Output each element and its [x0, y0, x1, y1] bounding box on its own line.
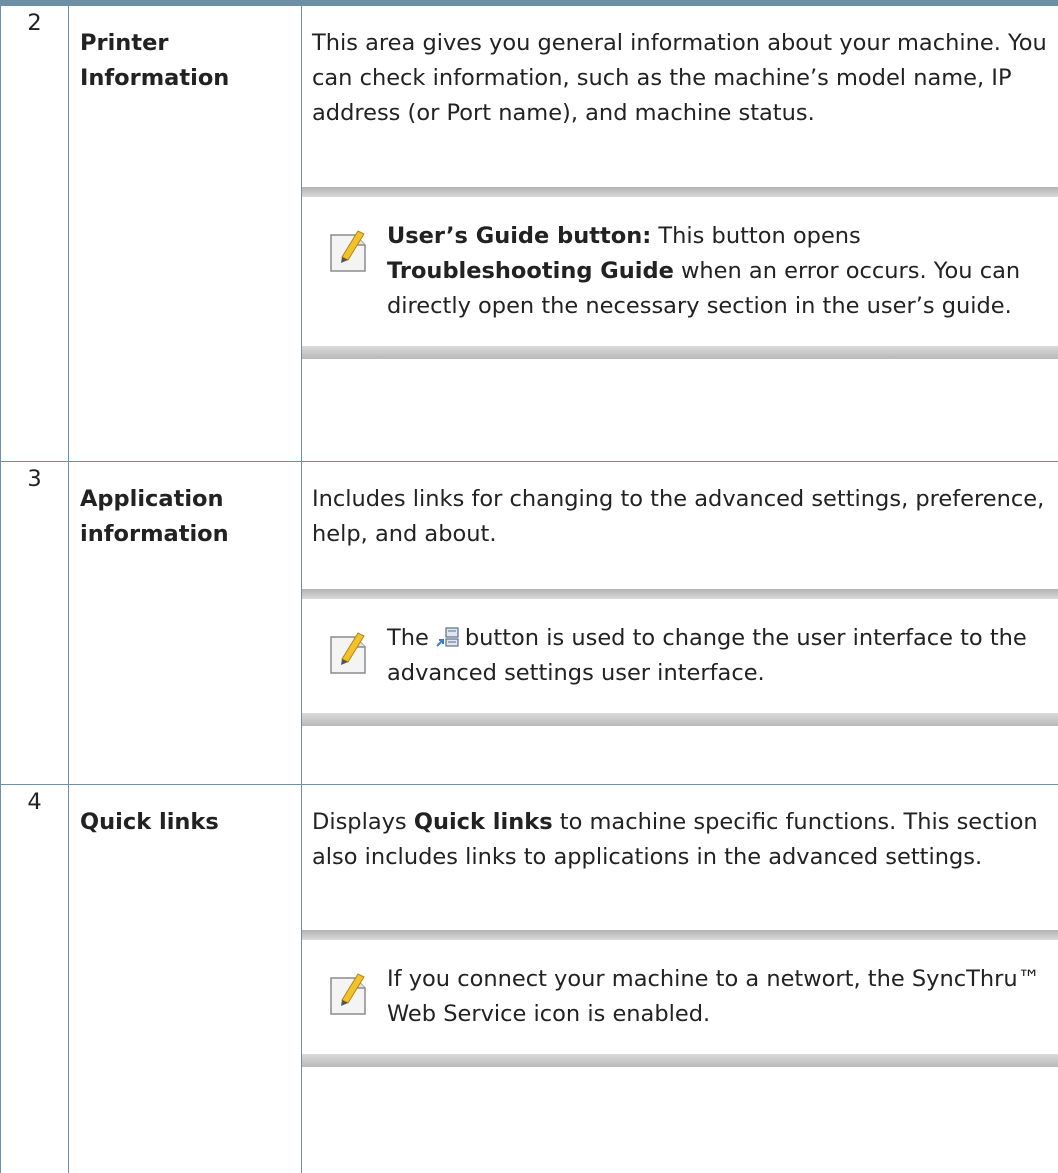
- row-number: 2: [0, 6, 69, 462]
- note-text: This button opens: [651, 223, 861, 249]
- note-pencil-icon: [330, 631, 366, 674]
- note-bold-lead: User’s Guide button:: [387, 223, 652, 249]
- note-box: The button is used to change the user in…: [302, 588, 1058, 726]
- row-description: Includes links for changing to the advan…: [301, 461, 1058, 785]
- note-body: If you connect your machine to a networt…: [302, 940, 1058, 1054]
- note-pencil-icon: [330, 230, 366, 272]
- note-box: User’s Guide button: This button opens T…: [302, 187, 1058, 359]
- description-text: Includes links for changing to the advan…: [312, 485, 1045, 547]
- description-bold: Quick links: [413, 808, 553, 835]
- row-number: 3: [0, 461, 69, 785]
- note-text: If you connect your machine to a networt…: [387, 965, 1041, 1027]
- row-description: This area gives you general information …: [301, 6, 1058, 462]
- description-text: Displays Quick links to machine specific…: [312, 805, 1058, 875]
- switch-ui-icon: [436, 626, 459, 647]
- note-bar-top: [302, 588, 1058, 599]
- row-number: 4: [0, 784, 69, 1173]
- description-text-part: Displays: [312, 808, 414, 835]
- note-bar-top: [302, 187, 1058, 197]
- table-row: 4 Quick links Displays Quick links to ma…: [0, 784, 1058, 1173]
- row-name-line: Printer: [80, 30, 169, 56]
- note-bar-bottom: [302, 346, 1058, 359]
- row-name-line: information: [80, 520, 229, 547]
- note-bold-mid: Troubleshooting Guide: [387, 258, 674, 284]
- row-name-line: Information: [80, 65, 230, 91]
- table-row: 3 Application information Includes links…: [0, 461, 1058, 785]
- note-body: The button is used to change the user in…: [302, 599, 1058, 713]
- row-name-line: Quick links: [80, 808, 219, 835]
- feature-table: 2 Printer Information This area gives yo…: [0, 6, 1058, 1173]
- note-text: button is used to change the user interf…: [387, 624, 1027, 686]
- note-text: The: [387, 624, 429, 651]
- note-pencil-icon: [330, 972, 366, 1015]
- table-row: 2 Printer Information This area gives yo…: [0, 6, 1058, 462]
- row-description: Displays Quick links to machine specific…: [302, 784, 1058, 1173]
- note-box: If you connect your machine to a networt…: [302, 929, 1058, 1067]
- note-body: User’s Guide button: This button opens T…: [302, 197, 1058, 346]
- note-bar-top: [302, 929, 1058, 940]
- row-name: Application information: [68, 461, 302, 785]
- note-bar-bottom: [302, 712, 1058, 726]
- description-text: This area gives you general information …: [312, 30, 1047, 126]
- row-name-line: Application: [80, 485, 224, 512]
- row-name: Quick links: [68, 784, 302, 1173]
- row-name: Printer Information: [68, 6, 302, 462]
- note-bar-bottom: [302, 1053, 1058, 1067]
